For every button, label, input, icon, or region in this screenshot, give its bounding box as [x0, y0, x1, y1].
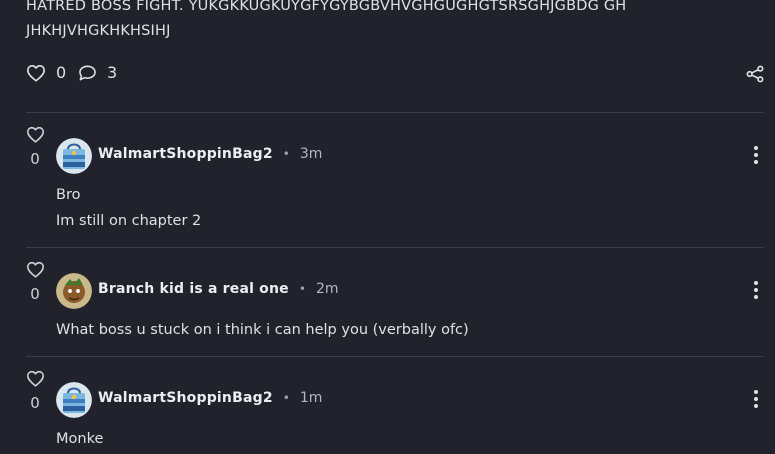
share-icon — [746, 65, 764, 83]
heart-icon — [26, 126, 44, 143]
comment-body: What boss u stuck on i think i can help … — [56, 317, 469, 343]
timestamp: 1m — [299, 390, 323, 406]
more-options-button[interactable] — [753, 145, 759, 169]
divider — [26, 356, 764, 357]
kebab-menu-icon — [754, 146, 758, 164]
comment-text: Bro — [56, 187, 81, 203]
more-options-button[interactable] — [753, 280, 759, 304]
post-actions: 0 3 — [26, 63, 765, 87]
more-options-button[interactable] — [753, 389, 759, 413]
comment-like-button[interactable]: 0 — [25, 126, 45, 168]
comment-like-count: 0 — [30, 285, 40, 303]
comment-like-count: 0 — [30, 150, 40, 168]
comment-like-button[interactable]: 0 — [25, 261, 45, 303]
share-button[interactable] — [745, 65, 765, 87]
comment-body: Monke — [56, 426, 103, 452]
comment-meta: Branch kid is a real one • 2m — [98, 281, 339, 297]
comment-like-button[interactable]: 0 — [25, 370, 45, 412]
speech-bubble-icon — [79, 64, 96, 81]
comment-text: Monke — [56, 431, 104, 447]
comment-body: Bro Im still on chapter 2 — [56, 182, 201, 234]
heart-icon — [27, 64, 45, 82]
heart-icon — [26, 370, 44, 387]
comment-item: 0 Branch kid is a real one • 2m What bos… — [0, 261, 775, 356]
username[interactable]: Branch kid is a real one — [98, 281, 289, 297]
comment-meta: WalmartShoppinBag2 • 3m — [98, 146, 323, 162]
kebab-menu-icon — [754, 390, 758, 408]
username[interactable]: WalmartShoppinBag2 — [98, 390, 273, 406]
comment-like-count: 0 — [30, 394, 40, 412]
comment-text: What boss u stuck on i think i can help … — [56, 322, 469, 338]
username[interactable]: WalmartShoppinBag2 — [98, 146, 273, 162]
comment-item: 0 WalmartShoppinBag2 • 3m Bro Im still o… — [0, 126, 775, 246]
kebab-menu-icon — [754, 281, 758, 299]
divider — [26, 112, 764, 113]
post-text: HATRED BOSS FIGHT. YUKGKKUGKUYGFYGYBGBVH… — [26, 0, 627, 39]
post-like-count: 0 — [56, 63, 67, 82]
comment-text: Im still on chapter 2 — [56, 213, 202, 229]
post-like-button[interactable]: 0 — [26, 63, 66, 82]
heart-icon — [26, 261, 44, 278]
avatar[interactable] — [56, 273, 92, 309]
timestamp: 3m — [299, 146, 323, 162]
comment-meta: WalmartShoppinBag2 • 1m — [98, 390, 323, 406]
post-comment-button[interactable]: 3 — [78, 63, 117, 82]
timestamp: 2m — [315, 281, 339, 297]
comment-item: 0 WalmartShoppinBag2 • 1m Monke — [0, 370, 775, 454]
avatar[interactable] — [56, 382, 92, 418]
avatar[interactable] — [56, 138, 92, 174]
post-comment-count: 3 — [107, 63, 118, 82]
divider — [26, 247, 764, 248]
